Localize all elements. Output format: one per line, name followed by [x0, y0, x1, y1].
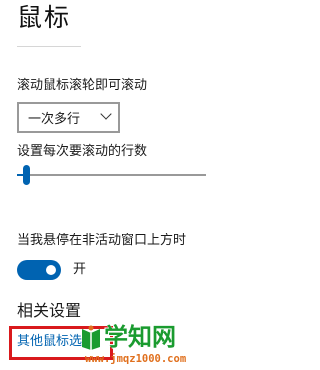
- watermark-title: 学知网: [104, 323, 176, 351]
- lines-slider[interactable]: [17, 164, 206, 186]
- scroll-setting-label: 滚动鼠标滚轮即可滚动: [17, 78, 148, 93]
- watermark-url: www.jmqz1000.com: [85, 353, 187, 365]
- page-title: 鼠标: [17, 3, 72, 32]
- book-logo-icon: [82, 325, 100, 350]
- toggle-state-label: 开: [73, 262, 87, 277]
- slider-track: [17, 174, 206, 176]
- watermark: 学知网 www.jmqz1000.com: [80, 321, 206, 370]
- related-settings-heading: 相关设置: [17, 301, 82, 320]
- lines-setting-label: 设置每次要滚动的行数: [17, 144, 148, 159]
- toggle-knob: [46, 265, 56, 275]
- title-divider: [17, 46, 81, 47]
- chevron-down-icon: [100, 108, 112, 120]
- inactive-scroll-label: 当我悬停在非活动窗口上方时: [17, 233, 187, 248]
- scroll-amount-dropdown[interactable]: 一次多行: [17, 102, 120, 133]
- inactive-scroll-toggle[interactable]: [17, 260, 61, 280]
- dropdown-value: 一次多行: [28, 112, 81, 127]
- slider-thumb[interactable]: [23, 165, 30, 185]
